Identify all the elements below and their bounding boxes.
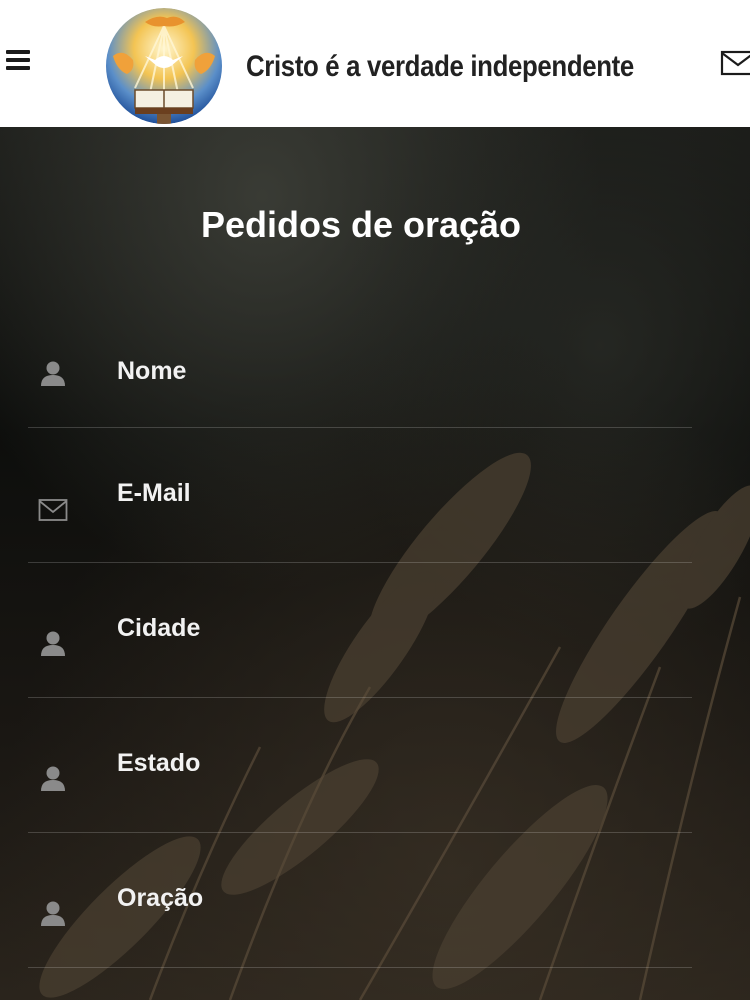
email-field[interactable] [28,428,692,563]
envelope-icon[interactable] [720,50,750,76]
site-logo[interactable] [105,8,223,124]
prayer-field[interactable] [28,833,692,968]
site-header: Cristo é a verdade independente [0,0,750,127]
prayer-input[interactable] [117,833,677,967]
envelope-icon [38,496,68,524]
state-input[interactable] [117,698,677,832]
city-input[interactable] [117,563,677,697]
user-icon [38,764,68,792]
name-input[interactable] [117,303,677,443]
name-field[interactable] [28,293,692,443]
state-field[interactable] [28,698,692,833]
user-icon [38,359,68,387]
form-title: Pedidos de oração [200,204,522,245]
user-icon [38,899,68,927]
user-icon [38,629,68,657]
site-title: Cristo é a verdade independente [246,50,634,83]
city-field[interactable] [28,563,692,698]
hamburger-menu-icon[interactable] [4,48,32,74]
email-input[interactable] [117,428,677,562]
